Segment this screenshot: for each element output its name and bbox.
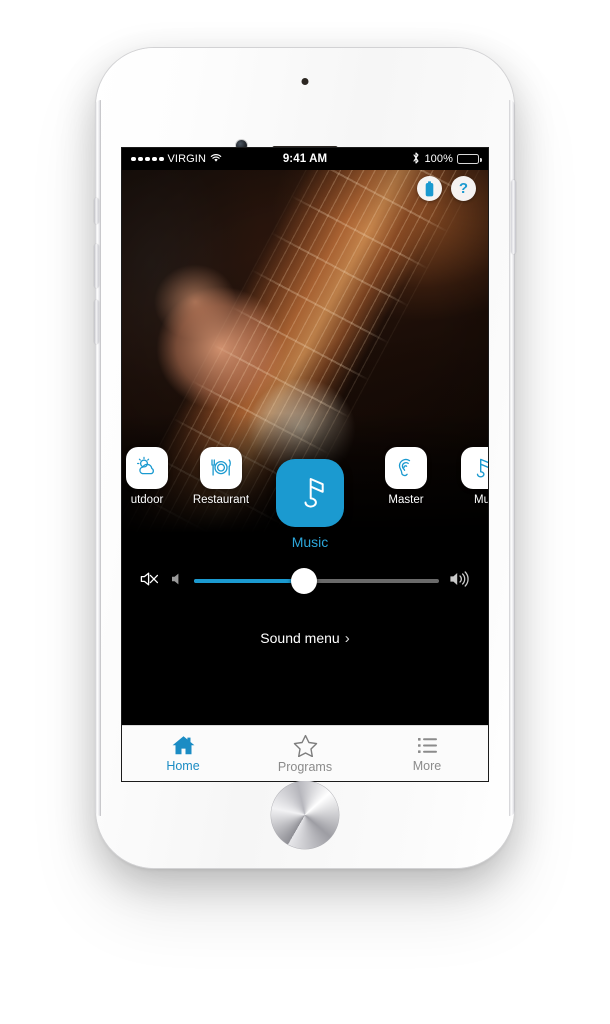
status-bar-left: VIRGIN	[131, 153, 305, 166]
carrier-label: VIRGIN	[167, 153, 206, 165]
program-label-selected: Music	[291, 534, 329, 550]
hero-action-buttons: ?	[417, 176, 476, 201]
mute-button[interactable]	[138, 570, 160, 593]
home-button[interactable]	[271, 781, 339, 849]
question-mark-icon: ?	[458, 180, 469, 197]
battery-status-button[interactable]	[417, 176, 442, 201]
battery-percent-label: 100%	[424, 153, 453, 165]
power-button[interactable]	[511, 180, 516, 254]
home-icon	[171, 734, 196, 756]
program-tile	[461, 447, 488, 489]
tab-programs-label: Programs	[277, 759, 333, 774]
program-item-music-next[interactable]: Mu	[443, 447, 488, 506]
program-tile	[126, 447, 168, 489]
ear-icon	[393, 455, 419, 481]
bluetooth-icon	[412, 151, 420, 167]
ring-silent-switch[interactable]	[94, 198, 99, 224]
volume-slider-thumb[interactable]	[291, 568, 318, 594]
help-button[interactable]: ?	[451, 176, 476, 201]
tab-more[interactable]: More	[366, 726, 488, 781]
volume-up-button[interactable]	[94, 244, 99, 288]
sun-cloud-icon	[134, 455, 160, 481]
music-note-icon	[289, 472, 331, 514]
program-label: Mu	[474, 494, 488, 506]
sound-menu-label: Sound menu	[260, 630, 340, 646]
battery-full-icon	[457, 154, 482, 164]
program-item-master[interactable]: Master	[367, 447, 445, 506]
screenshot-stage: VIRGIN 9:41 AM 100% ? utdoor Restaurant …	[0, 0, 610, 1024]
program-carousel[interactable]: utdoor Restaurant Music Master Mu	[122, 444, 488, 554]
volume-max-icon	[448, 570, 472, 592]
tab-home-label: Home	[166, 759, 200, 773]
cutlery-plate-icon	[208, 455, 234, 481]
list-icon	[415, 735, 440, 756]
signal-strength-icon	[131, 156, 164, 162]
program-label: Restaurant	[192, 494, 250, 506]
status-bar: VIRGIN 9:41 AM 100%	[122, 148, 488, 170]
tab-more-label: More	[412, 758, 442, 773]
program-item-outdoor[interactable]: utdoor	[122, 447, 186, 506]
star-icon	[293, 734, 318, 757]
program-tile	[385, 447, 427, 489]
phone-device: VIRGIN 9:41 AM 100% ? utdoor Restaurant …	[94, 48, 516, 868]
volume-control-row	[122, 568, 488, 594]
tab-home[interactable]: Home	[122, 726, 244, 781]
program-item-restaurant[interactable]: Restaurant	[182, 447, 260, 506]
speaker-mute-icon	[139, 570, 160, 593]
speaker-low-icon	[171, 572, 183, 591]
sound-menu-link[interactable]: Sound menu ›	[122, 630, 488, 647]
wifi-icon	[210, 153, 222, 166]
program-item-music-selected[interactable]: Music	[271, 459, 349, 550]
volume-min-icon	[169, 572, 185, 591]
program-label: Master	[388, 494, 424, 506]
battery-icon	[425, 180, 434, 197]
program-tile	[200, 447, 242, 489]
program-tile-selected	[276, 459, 344, 527]
volume-track-fill	[194, 579, 305, 583]
proximity-sensor-dot	[301, 78, 309, 85]
program-label: utdoor	[130, 494, 164, 506]
status-bar-right: 100%	[305, 151, 482, 167]
speaker-high-icon	[449, 570, 471, 592]
phone-screen: VIRGIN 9:41 AM 100% ? utdoor Restaurant …	[122, 148, 488, 781]
chevron-right-icon: ›	[344, 630, 350, 647]
volume-down-button[interactable]	[94, 300, 99, 344]
bottom-tab-bar: Home Programs More	[122, 725, 488, 781]
music-note-icon	[469, 455, 488, 481]
tab-programs[interactable]: Programs	[244, 726, 366, 781]
volume-slider[interactable]	[194, 568, 439, 594]
